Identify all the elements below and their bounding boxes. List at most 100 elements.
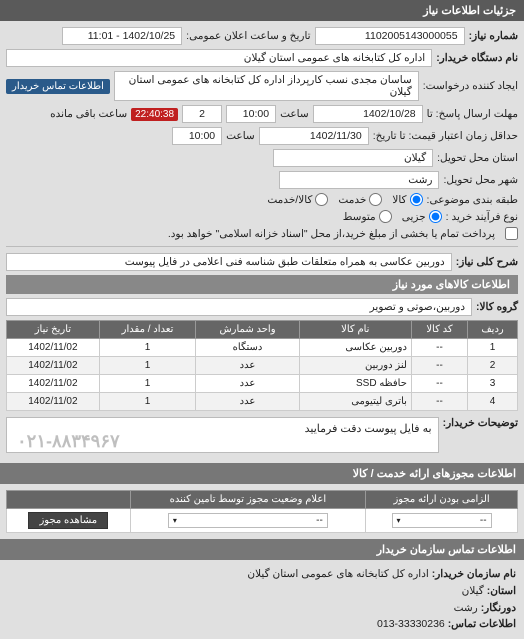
city-value: رشت xyxy=(279,171,439,189)
goods-cell: دستگاه xyxy=(196,339,299,357)
class-radio-0[interactable] xyxy=(410,193,423,206)
main-header: جزئیات اطلاعات نیاز xyxy=(0,0,524,21)
buyer-notes-value: به فایل پیوست دقت فرمایید xyxy=(305,423,432,435)
goods-col-2: نام کالا xyxy=(299,321,411,339)
goods-col-1: کد کالا xyxy=(411,321,467,339)
proc-note-group: پرداخت تمام یا بخشی از مبلغ خرید،از محل … xyxy=(168,227,518,240)
class-opt-0[interactable]: کالا xyxy=(392,193,422,206)
org-contact-value: 33330236-013 xyxy=(377,618,445,630)
service-permits-header: اطلاعات مجوزهای ارائه خدمت / کالا xyxy=(0,463,524,484)
reply-time-value: 10:00 xyxy=(226,105,276,123)
goods-cell: عدد xyxy=(196,375,299,393)
price-date-value: 1402/11/30 xyxy=(259,127,369,145)
need-desc-value: دوربین عکاسی به همراه متعلقات طبق شناسه … xyxy=(6,253,452,271)
goods-cell: -- xyxy=(411,357,467,375)
class-opt-1[interactable]: خدمت xyxy=(338,193,382,206)
org-contact-label: اطلاعات تماس: xyxy=(448,618,516,630)
classification-label: طبقه بندی موضوعی: xyxy=(427,194,518,206)
permits-table: الزامی بودن ارائه مجوز اعلام وضعیت مجوز … xyxy=(6,490,518,533)
goods-cell: دوربین عکاسی xyxy=(299,339,411,357)
permit-row: -- -- مشاهده مجوز xyxy=(7,509,518,533)
org-province-label: استان: xyxy=(487,585,516,597)
proc-radio-group: جزیی متوسط xyxy=(343,210,442,223)
province-label: استان محل تحویل: xyxy=(437,152,518,164)
goods-cell: عدد xyxy=(196,357,299,375)
buyer-org-label: نام دستگاه خریدار: xyxy=(436,52,518,64)
view-permit-button[interactable]: مشاهده مجوز xyxy=(28,512,108,529)
goods-cell: حافظه SSD xyxy=(299,375,411,393)
permits-panel: الزامی بودن ارائه مجوز اعلام وضعیت مجوز … xyxy=(0,484,524,539)
goods-cell: 1 xyxy=(99,393,196,411)
price-time-label: ساعت xyxy=(226,130,255,142)
goods-col-0: ردیف xyxy=(468,321,518,339)
goods-cell: باتری لیتیومی xyxy=(299,393,411,411)
org-province-value: گیلان xyxy=(462,585,484,597)
goods-cell: 3 xyxy=(468,375,518,393)
proc-opt-0[interactable]: جزیی xyxy=(402,210,442,223)
goods-cell: عدد xyxy=(196,393,299,411)
goods-cell: 4 xyxy=(468,393,518,411)
class-opt-2[interactable]: کالا/خدمت xyxy=(267,193,328,206)
need-desc-label: شرح کلی نیاز: xyxy=(456,256,518,268)
proc-radio-0[interactable] xyxy=(429,210,442,223)
ref-no-label: شماره نیاز: xyxy=(469,30,518,42)
city-label: شهر محل تحویل: xyxy=(443,174,518,186)
days-left-value: 2 xyxy=(182,105,222,123)
permit-col-1: اعلام وضعیت مجوز توسط تامین کننده xyxy=(130,491,366,509)
price-time-value: 10:00 xyxy=(172,127,222,145)
permit-mandatory-select[interactable]: -- xyxy=(392,513,492,528)
goods-group-value: دوربین،صوتی و تصویر xyxy=(6,298,472,316)
goods-cell: -- xyxy=(411,339,467,357)
permit-status-select[interactable]: -- xyxy=(168,513,328,528)
goods-col-5: تاریخ نیاز xyxy=(7,321,100,339)
reply-deadline-label: مهلت ارسال پاسخ: تا xyxy=(427,108,518,120)
goods-cell: 1402/11/02 xyxy=(7,357,100,375)
watermark-phone: ۰۲۱-۸۸۳۴۹۶۷ xyxy=(17,431,120,452)
goods-cell: 1 xyxy=(468,339,518,357)
buyer-contact-header: اطلاعات تماس سازمان خریدار xyxy=(0,539,524,560)
org-name-value: اداره کل کتابخانه های عمومی استان گیلان xyxy=(247,568,428,580)
goods-cell: -- xyxy=(411,393,467,411)
goods-cell: -- xyxy=(411,375,467,393)
class-radio-1[interactable] xyxy=(369,193,382,206)
goods-cell: 1 xyxy=(99,375,196,393)
table-row: 3--حافظه SSDعدد11402/11/02 xyxy=(7,375,518,393)
requester-value: ساسان مجدی نسب کارپرداز اداره کل کتابخان… xyxy=(114,71,419,101)
goods-cell: 2 xyxy=(468,357,518,375)
proc-radio-1[interactable] xyxy=(379,210,392,223)
announce-dt-value: 1402/10/25 - 11:01 xyxy=(62,27,182,45)
classification-radio-group: کالا خدمت کالا/خدمت xyxy=(267,193,422,206)
ref-no-value: 1102005143000055 xyxy=(315,27,465,45)
proc-note-checkbox[interactable] xyxy=(505,227,518,240)
class-radio-2[interactable] xyxy=(315,193,328,206)
org-city-label: دورنگار: xyxy=(481,602,516,614)
goods-cell: 1 xyxy=(99,357,196,375)
goods-cell: لنز دوربین xyxy=(299,357,411,375)
org-city-value: رشت xyxy=(454,602,478,614)
goods-cell: 1402/11/02 xyxy=(7,339,100,357)
countdown-suffix: ساعت باقی مانده xyxy=(50,108,127,120)
goods-cell: 1 xyxy=(99,339,196,357)
org-name-label: نام سازمان خریدار: xyxy=(432,568,516,580)
province-value: گیلان xyxy=(273,149,433,167)
permit-col-0: الزامی بودن ارائه مجوز xyxy=(366,491,518,509)
price-validity-label: حداقل زمان اعتبار قیمت: تا تاریخ: xyxy=(373,130,518,142)
reply-date-value: 1402/10/28 xyxy=(313,105,423,123)
buyer-org-value: اداره کل کتابخانه های عمومی استان گیلان xyxy=(6,49,432,67)
requester-label: ایجاد کننده درخواست: xyxy=(423,80,518,92)
goods-cell: 1402/11/02 xyxy=(7,393,100,411)
buyer-contact-link[interactable]: اطلاعات تماس خریدار xyxy=(6,79,110,94)
proc-note-text: پرداخت تمام یا بخشی از مبلغ خرید،از محل … xyxy=(168,228,495,240)
reply-time-label: ساعت xyxy=(280,108,309,120)
goods-group-label: گروه کالا: xyxy=(476,301,518,313)
proc-opt-1[interactable]: متوسط xyxy=(343,210,392,223)
proc-type-label: نوع فرآیند خرید : xyxy=(446,211,518,223)
details-panel: شماره نیاز: 1102005143000055 تاریخ و ساع… xyxy=(0,21,524,463)
buyer-contact-block: نام سازمان خریدار: اداره کل کتابخانه های… xyxy=(0,560,524,639)
buyer-notes-label: توضیحات خریدار: xyxy=(443,417,518,429)
goods-col-3: واحد شمارش xyxy=(196,321,299,339)
announce-dt-label: تاریخ و ساعت اعلان عمومی: xyxy=(186,30,310,42)
goods-info-header: اطلاعات کالاهای مورد نیاز xyxy=(6,275,518,294)
goods-col-4: تعداد / مقدار xyxy=(99,321,196,339)
table-row: 2--لنز دوربینعدد11402/11/02 xyxy=(7,357,518,375)
